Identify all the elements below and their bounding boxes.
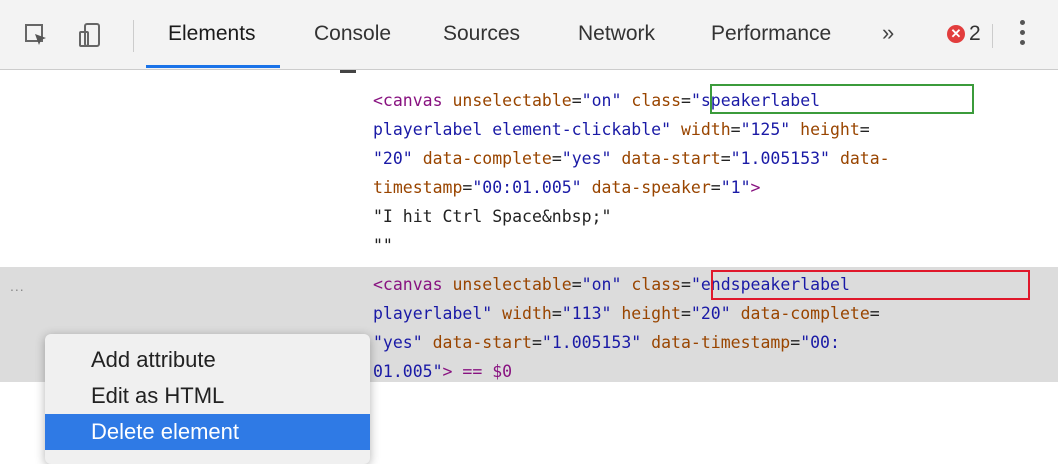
tab-console[interactable]: Console: [314, 22, 391, 46]
dom-line[interactable]: playerlabel element-clickable" width="12…: [373, 115, 870, 144]
menu-item-delete-element[interactable]: Delete element: [45, 414, 370, 450]
tab-network[interactable]: Network: [578, 22, 655, 46]
error-icon[interactable]: ✕: [947, 25, 965, 43]
more-tabs-chevron-icon[interactable]: »: [882, 20, 894, 46]
elements-dom-tree: <canvas unselectable="on" class="speaker…: [0, 70, 1058, 464]
menu-item-add-attribute[interactable]: Add attribute: [45, 342, 370, 378]
node-actions-icon[interactable]: ...: [10, 278, 25, 294]
dom-line[interactable]: "yes" data-start="1.005153" data-timesta…: [373, 328, 840, 357]
device-toolbar-icon[interactable]: [76, 21, 104, 49]
dom-line[interactable]: timestamp="00:01.005" data-speaker="1">: [373, 173, 760, 202]
dom-line[interactable]: playerlabel" width="113" height="20" dat…: [373, 299, 880, 328]
tab-sources[interactable]: Sources: [443, 22, 520, 46]
tab-performance[interactable]: Performance: [711, 22, 831, 46]
inspect-element-icon[interactable]: [22, 21, 50, 49]
dom-line[interactable]: "20" data-complete="yes" data-start="1.0…: [373, 144, 890, 173]
menu-item-edit-as-html[interactable]: Edit as HTML: [45, 378, 370, 414]
devtools-toolbar: Elements Console Sources Network Perform…: [0, 0, 1058, 70]
context-menu: Add attribute Edit as HTML Delete elemen…: [45, 334, 370, 464]
toolbar-divider: [133, 20, 134, 52]
dom-text-node[interactable]: "": [373, 231, 393, 260]
active-tab-indicator: [146, 65, 280, 68]
tab-elements[interactable]: Elements: [168, 22, 256, 46]
tree-line-fragment: [340, 70, 356, 73]
dom-text-node[interactable]: "I hit Ctrl Space&nbsp;": [373, 202, 611, 231]
error-count[interactable]: 2: [969, 22, 981, 46]
class-highlight-box: [710, 84, 974, 114]
more-options-icon[interactable]: [1018, 20, 1026, 50]
class-highlight-box: [711, 270, 1030, 300]
toolbar-divider: [992, 24, 993, 48]
